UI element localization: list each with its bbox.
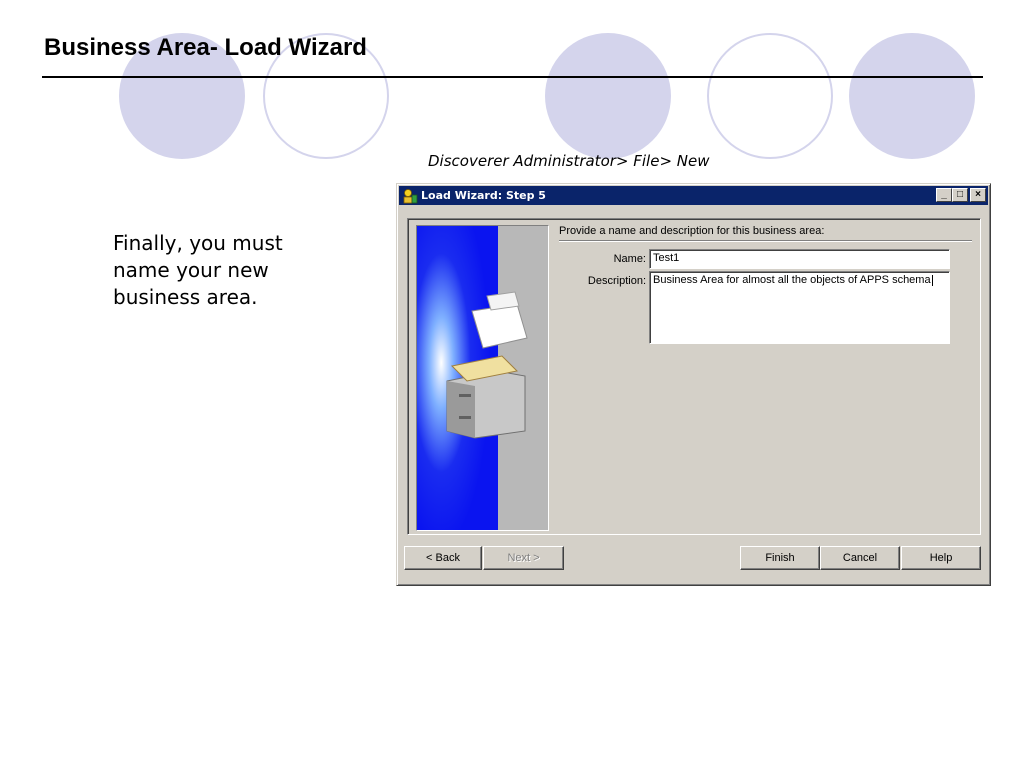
wizard-prompt: Provide a name and description for this … (559, 225, 825, 237)
wizard-app-icon (402, 188, 418, 204)
name-value: Test1 (653, 252, 680, 264)
wizard-banner-image (416, 225, 549, 531)
load-wizard-dialog: Load Wizard: Step 5 _ □ × Provide a name… (396, 183, 991, 586)
decor-circle-5 (849, 33, 975, 159)
slide-title: Business Area- Load Wizard (44, 34, 367, 61)
body-line: Finally, you must (113, 231, 283, 255)
slide-body-text: Finally, you must name your new business… (113, 230, 343, 311)
prompt-divider (559, 240, 972, 242)
help-button[interactable]: Help (901, 546, 981, 570)
dialog-title: Load Wizard: Step 5 (421, 189, 546, 202)
description-value: Business Area for almost all the objects… (653, 274, 931, 286)
minimize-button[interactable]: _ (936, 188, 952, 202)
decor-circle-4 (707, 33, 833, 159)
title-divider (42, 76, 983, 78)
close-icon: × (975, 189, 981, 200)
description-field[interactable]: Business Area for almost all the objects… (649, 271, 950, 344)
next-button[interactable]: Next > (483, 546, 564, 570)
minimize-icon: _ (941, 189, 947, 200)
name-field[interactable]: Test1 (649, 249, 950, 269)
cancel-button[interactable]: Cancel (820, 546, 900, 570)
text-cursor (931, 274, 933, 286)
name-label: Name: (613, 253, 646, 265)
body-line: business area. (113, 285, 258, 309)
dialog-titlebar[interactable]: Load Wizard: Step 5 _ □ × (399, 186, 988, 205)
back-button[interactable]: < Back (404, 546, 482, 570)
description-label: Description: (587, 275, 646, 287)
maximize-icon: □ (956, 189, 964, 200)
finish-button[interactable]: Finish (740, 546, 820, 570)
maximize-button[interactable]: □ (952, 188, 968, 202)
decor-circle-3 (545, 33, 671, 159)
body-line: name your new (113, 258, 269, 282)
close-button[interactable]: × (970, 188, 986, 202)
menu-path-caption: Discoverer Administrator> File> New (428, 152, 710, 170)
